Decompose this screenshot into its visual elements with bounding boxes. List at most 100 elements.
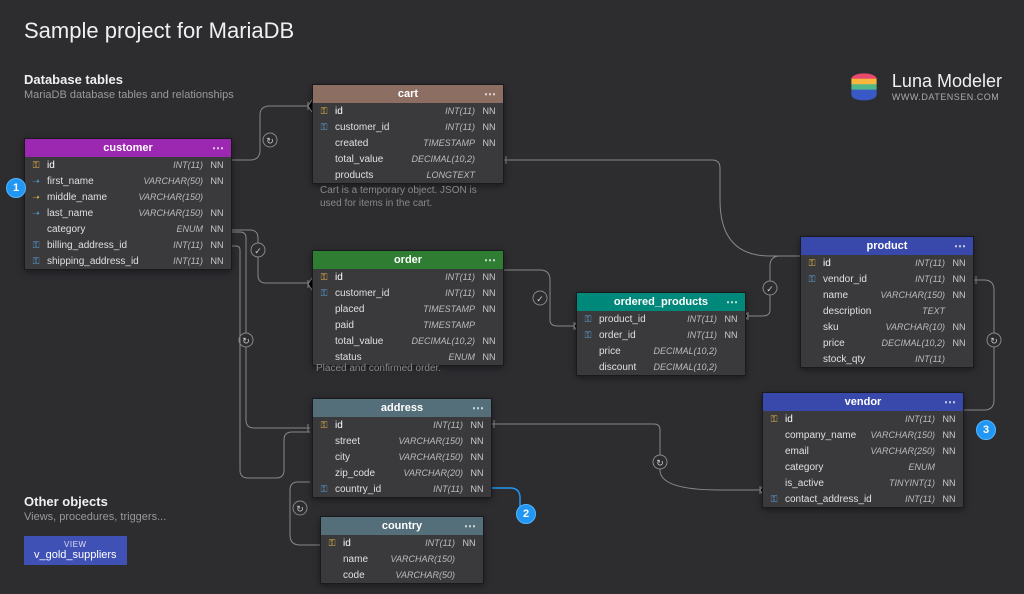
pk-key-icon: ⚿ [317, 106, 331, 117]
column-row[interactable]: paidTIMESTAMP [313, 317, 503, 333]
column-type: DECIMAL(10,2) [653, 346, 717, 356]
column-name: name [823, 290, 876, 301]
column-type: VARCHAR(20) [403, 468, 463, 478]
more-icon[interactable]: ⋯ [726, 295, 739, 309]
column-row[interactable]: cityVARCHAR(150)NN [313, 449, 491, 465]
view-kind-label: VIEW [34, 540, 117, 549]
column-row[interactable]: ⚿idINT(11)NN [321, 535, 483, 551]
column-type: INT(11) [915, 354, 945, 364]
table-header[interactable]: vendor⋯ [763, 393, 963, 411]
fk-key-icon: ⚿ [805, 274, 819, 285]
column-row[interactable]: ⚿order_idINT(11)NN [577, 327, 745, 343]
column-row[interactable]: total_valueDECIMAL(10,2) [313, 151, 503, 167]
column-row[interactable]: ⚿customer_idINT(11)NN [313, 285, 503, 301]
column-row[interactable]: ⚿idINT(11)NN [763, 411, 963, 427]
column-row[interactable]: codeVARCHAR(50) [321, 567, 483, 583]
table-header[interactable]: product⋯ [801, 237, 973, 255]
svg-text:↻: ↻ [296, 504, 304, 514]
table-ordered_products[interactable]: ordered_products⋯⚿product_idINT(11)NN⚿or… [576, 292, 746, 376]
column-row[interactable]: ⚿contact_address_idINT(11)NN [763, 491, 963, 507]
table-customer[interactable]: customer⋯⚿idINT(11)NN ➝ first_name VARCHAR(… [24, 138, 232, 270]
column-row[interactable]: zip_codeVARCHAR(20)NN [313, 465, 491, 481]
more-icon[interactable]: ⋯ [212, 141, 225, 155]
column-row[interactable]: ⚿shipping_address_idINT(11)NN [25, 253, 231, 269]
annotation-marker-2[interactable]: 2 [516, 504, 536, 524]
more-icon[interactable]: ⋯ [944, 395, 957, 409]
table-header[interactable]: ordered_products⋯ [577, 293, 745, 311]
column-name: products [335, 170, 422, 181]
column-row[interactable]: nameVARCHAR(150) [321, 551, 483, 567]
column-nullable: NN [949, 258, 969, 268]
column-row[interactable]: nameVARCHAR(150)NN [801, 287, 973, 303]
column-row[interactable]: ⚿product_idINT(11)NN [577, 311, 745, 327]
column-row[interactable]: ⚿customer_idINT(11)NN [313, 119, 503, 135]
column-nullable: NN [479, 122, 499, 132]
annotation-marker-1[interactable]: 1 [6, 178, 26, 198]
column-row[interactable]: createdTIMESTAMPNN [313, 135, 503, 151]
column-row[interactable]: skuVARCHAR(10)NN [801, 319, 973, 335]
column-row[interactable]: ⚿idINT(11)NN [313, 269, 503, 285]
column-row[interactable]: ⚿idINT(11)NN [25, 157, 231, 173]
brand-url: WWW.DATENSEN.COM [892, 92, 1002, 102]
column-row[interactable]: is_activeTINYINT(1)NN [763, 475, 963, 491]
column-row[interactable]: company_nameVARCHAR(150)NN [763, 427, 963, 443]
table-address[interactable]: address ⋯ ⚿idINT(11)NNstreetVARCHAR(150)NN… [312, 398, 492, 498]
table-header[interactable]: order⋯ [313, 251, 503, 269]
column-row[interactable]: placedTIMESTAMPNN [313, 301, 503, 317]
column-row[interactable]: discountDECIMAL(10,2) [577, 359, 745, 375]
column-name: middle_name [47, 192, 134, 203]
arrow-icon: ➝ [29, 208, 43, 219]
column-row[interactable]: ⚿vendor_idINT(11)NN [801, 271, 973, 287]
table-order[interactable]: order⋯⚿idINT(11)NN⚿customer_idINT(11)NNp… [312, 250, 504, 366]
column-row[interactable]: ⚿idINT(11)NN [313, 417, 491, 433]
column-row[interactable]: ⚿idINT(11)NN [801, 255, 973, 271]
section-title: Database tables [24, 72, 234, 87]
column-name: country_id [335, 484, 429, 495]
column-row[interactable]: ⚿billing_address_idINT(11)NN [25, 237, 231, 253]
column-name: order_id [599, 330, 683, 341]
column-row[interactable]: ➝last_nameVARCHAR(150)NN [25, 205, 231, 221]
table-product[interactable]: product⋯⚿idINT(11)NN ⚿ vendor_id INT(11) NN n… [800, 236, 974, 368]
more-icon[interactable]: ⋯ [484, 253, 497, 267]
column-row[interactable]: descriptionTEXT [801, 303, 973, 319]
more-icon[interactable]: ⋯ [472, 401, 485, 415]
column-row[interactable]: productsLONGTEXT [313, 167, 503, 183]
view-object[interactable]: VIEW v_gold_suppliers [24, 536, 127, 565]
column-name: first_name [47, 176, 139, 187]
column-row[interactable]: emailVARCHAR(250)NN [763, 443, 963, 459]
more-icon[interactable]: ⋯ [484, 87, 497, 101]
column-name: vendor_id [823, 274, 911, 285]
more-icon[interactable]: ⋯ [464, 519, 477, 533]
column-row[interactable]: ➝first_nameVARCHAR(50)NN [25, 173, 231, 189]
column-row[interactable]: priceDECIMAL(10,2)NN [801, 335, 973, 351]
section-other-objects: Other objects Views, procedures, trigger… [24, 494, 166, 523]
table-header[interactable]: address ⋯ [313, 399, 491, 417]
table-header[interactable]: customer⋯ [25, 139, 231, 157]
table-country[interactable]: country⋯⚿idINT(11)NNnameVARCHAR(150)code… [320, 516, 484, 584]
table-vendor[interactable]: vendor⋯⚿idINT(11)NNcompany_nameVARCHAR(1… [762, 392, 964, 508]
column-row[interactable]: stock_qtyINT(11) [801, 351, 973, 367]
column-row[interactable]: categoryENUM [763, 459, 963, 475]
column-row[interactable]: categoryENUMNN [25, 221, 231, 237]
column-type: VARCHAR(10) [885, 322, 945, 332]
column-name: id [335, 106, 441, 117]
table-header[interactable]: country⋯ [321, 517, 483, 535]
column-nullable: NN [949, 322, 969, 332]
column-type: VARCHAR(50) [143, 176, 203, 186]
column-row[interactable]: ➝middle_nameVARCHAR(150) [25, 189, 231, 205]
more-icon[interactable]: ⋯ [954, 239, 967, 253]
column-type: ENUM [909, 462, 936, 472]
column-name: placed [335, 304, 419, 315]
column-type: VARCHAR(250) [870, 446, 935, 456]
column-row[interactable]: priceDECIMAL(10,2) [577, 343, 745, 359]
table-name: address [381, 402, 423, 414]
column-name: product_id [599, 314, 683, 325]
column-type: INT(11) [433, 484, 463, 494]
column-row[interactable]: total_valueDECIMAL(10,2)NN [313, 333, 503, 349]
column-row[interactable]: streetVARCHAR(150)NN [313, 433, 491, 449]
column-row[interactable]: ⚿country_idINT(11)NN [313, 481, 491, 497]
table-cart[interactable]: cart⋯⚿idINT(11)NN⚿customer_idINT(11)NNcr… [312, 84, 504, 184]
table-header[interactable]: cart⋯ [313, 85, 503, 103]
column-row[interactable]: ⚿idINT(11)NN [313, 103, 503, 119]
annotation-marker-3[interactable]: 3 [976, 420, 996, 440]
